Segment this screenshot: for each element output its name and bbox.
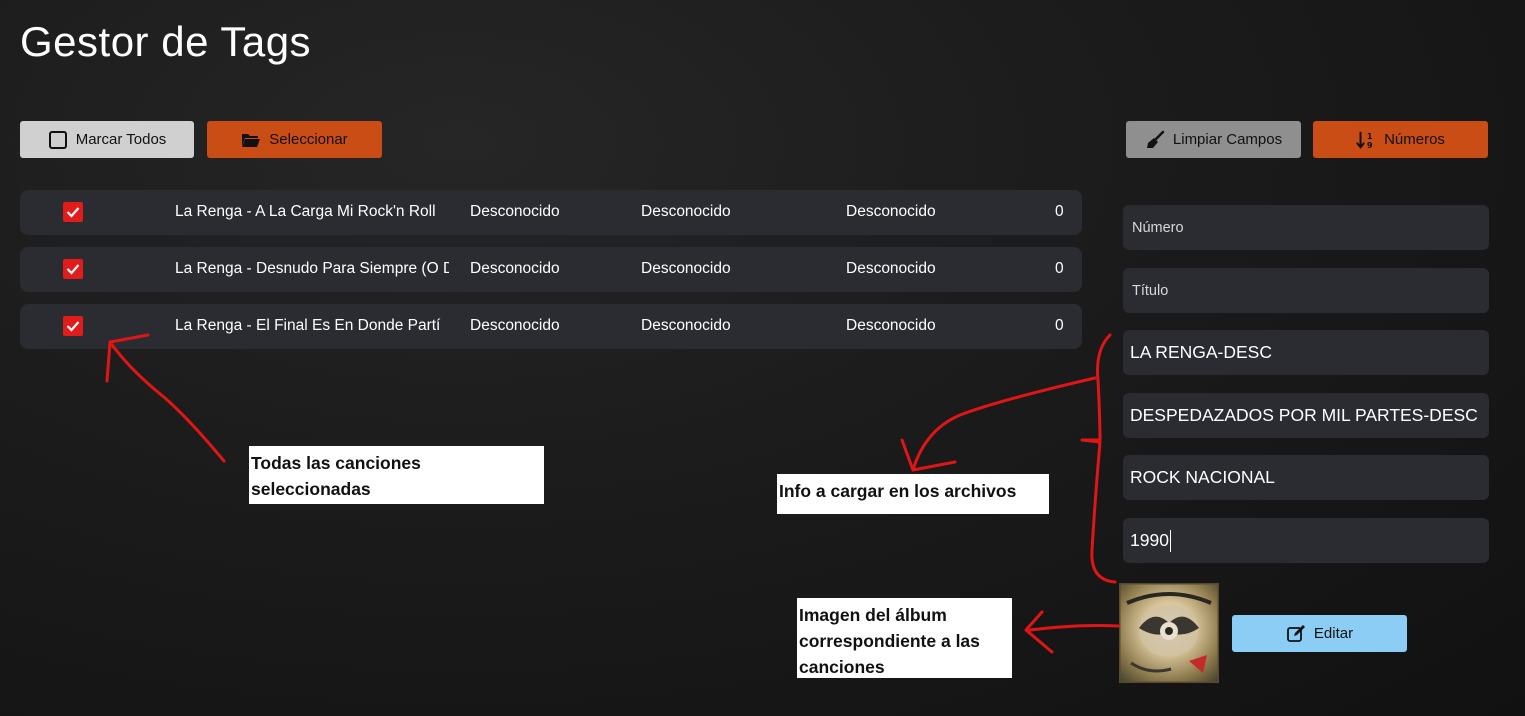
year-value: 1990 bbox=[1130, 530, 1169, 550]
sort-numeric-icon: 19 bbox=[1356, 130, 1376, 150]
genre-field[interactable]: ROCK NACIONAL bbox=[1123, 455, 1489, 500]
song-number: 0 bbox=[1055, 317, 1064, 334]
edit-label: Editar bbox=[1313, 625, 1354, 642]
song-album: Desconocido bbox=[641, 203, 731, 220]
song-genre: Desconocido bbox=[846, 260, 936, 277]
annotation-arrow-info bbox=[911, 376, 1097, 472]
table-row[interactable]: La Renga - A La Carga Mi Rock'n Roll Des… bbox=[20, 190, 1082, 235]
broom-icon bbox=[1145, 130, 1165, 150]
annotation-arrowhead-album bbox=[1024, 610, 1054, 654]
select-button[interactable]: Seleccionar bbox=[207, 121, 382, 158]
numbers-button[interactable]: 19 Números bbox=[1313, 121, 1488, 158]
annotation-info-to-load: Info a cargar en los archivos bbox=[777, 474, 1049, 514]
checkbox-empty-icon bbox=[48, 130, 68, 150]
album-cover-image bbox=[1119, 583, 1219, 683]
annotation-all-selected: Todas las canciones seleccionadas bbox=[249, 446, 544, 504]
song-title: La Renga - A La Carga Mi Rock'n Roll bbox=[175, 203, 436, 220]
checkbox-checked-icon bbox=[66, 264, 80, 275]
numbers-label: Números bbox=[1384, 131, 1445, 148]
song-number: 0 bbox=[1055, 203, 1064, 220]
song-title: La Renga - Desnudo Para Siempre (O D bbox=[175, 260, 449, 277]
song-album: Desconocido bbox=[641, 260, 731, 277]
artist-value: LA RENGA-DESC bbox=[1130, 342, 1272, 362]
album-value: DESPEDAZADOS POR MIL PARTES-DESC bbox=[1130, 405, 1478, 425]
song-title: La Renga - El Final Es En Donde Partí bbox=[175, 317, 441, 334]
checkbox-checked-icon bbox=[66, 321, 80, 332]
annotation-album-image: Imagen del álbum correspondiente a las c… bbox=[797, 598, 1012, 678]
select-label: Seleccionar bbox=[269, 131, 348, 148]
clear-fields-button[interactable]: Limpiar Campos bbox=[1126, 121, 1301, 158]
svg-text:9: 9 bbox=[1367, 140, 1373, 150]
song-genre: Desconocido bbox=[846, 203, 936, 220]
genre-value: ROCK NACIONAL bbox=[1130, 467, 1275, 487]
album-field[interactable]: DESPEDAZADOS POR MIL PARTES-DESC bbox=[1123, 393, 1489, 438]
song-artist: Desconocido bbox=[470, 317, 560, 334]
annotation-arrowhead-info bbox=[900, 438, 957, 472]
title-placeholder: Título bbox=[1132, 282, 1169, 299]
row-checkbox[interactable] bbox=[63, 316, 83, 336]
song-artist: Desconocido bbox=[470, 203, 560, 220]
annotation-arrow-album bbox=[1028, 624, 1120, 632]
checkbox-checked-icon bbox=[66, 207, 80, 218]
number-field[interactable]: Número bbox=[1123, 205, 1489, 250]
annotation-arrow-checkboxes bbox=[108, 340, 226, 463]
clear-fields-label: Limpiar Campos bbox=[1172, 131, 1283, 148]
text-caret bbox=[1169, 529, 1172, 552]
artist-field[interactable]: LA RENGA-DESC bbox=[1123, 330, 1489, 375]
year-field[interactable]: 1990 bbox=[1123, 518, 1489, 563]
table-row[interactable]: La Renga - Desnudo Para Siempre (O D Des… bbox=[20, 247, 1082, 292]
song-genre: Desconocido bbox=[846, 317, 936, 334]
folder-open-icon bbox=[241, 130, 261, 150]
edit-button[interactable]: Editar bbox=[1232, 615, 1407, 652]
edit-icon bbox=[1286, 624, 1306, 644]
mark-all-button[interactable]: Marcar Todos bbox=[20, 121, 194, 158]
annotation-brace bbox=[1080, 333, 1117, 584]
song-number: 0 bbox=[1055, 260, 1064, 277]
table-row[interactable]: La Renga - El Final Es En Donde Partí De… bbox=[20, 304, 1082, 349]
row-checkbox[interactable] bbox=[63, 202, 83, 222]
number-placeholder: Número bbox=[1132, 219, 1184, 236]
song-artist: Desconocido bbox=[470, 260, 560, 277]
page-title: Gestor de Tags bbox=[20, 18, 312, 65]
song-album: Desconocido bbox=[641, 317, 731, 334]
mark-all-label: Marcar Todos bbox=[75, 131, 167, 148]
title-field[interactable]: Título bbox=[1123, 268, 1489, 313]
row-checkbox[interactable] bbox=[63, 259, 83, 279]
